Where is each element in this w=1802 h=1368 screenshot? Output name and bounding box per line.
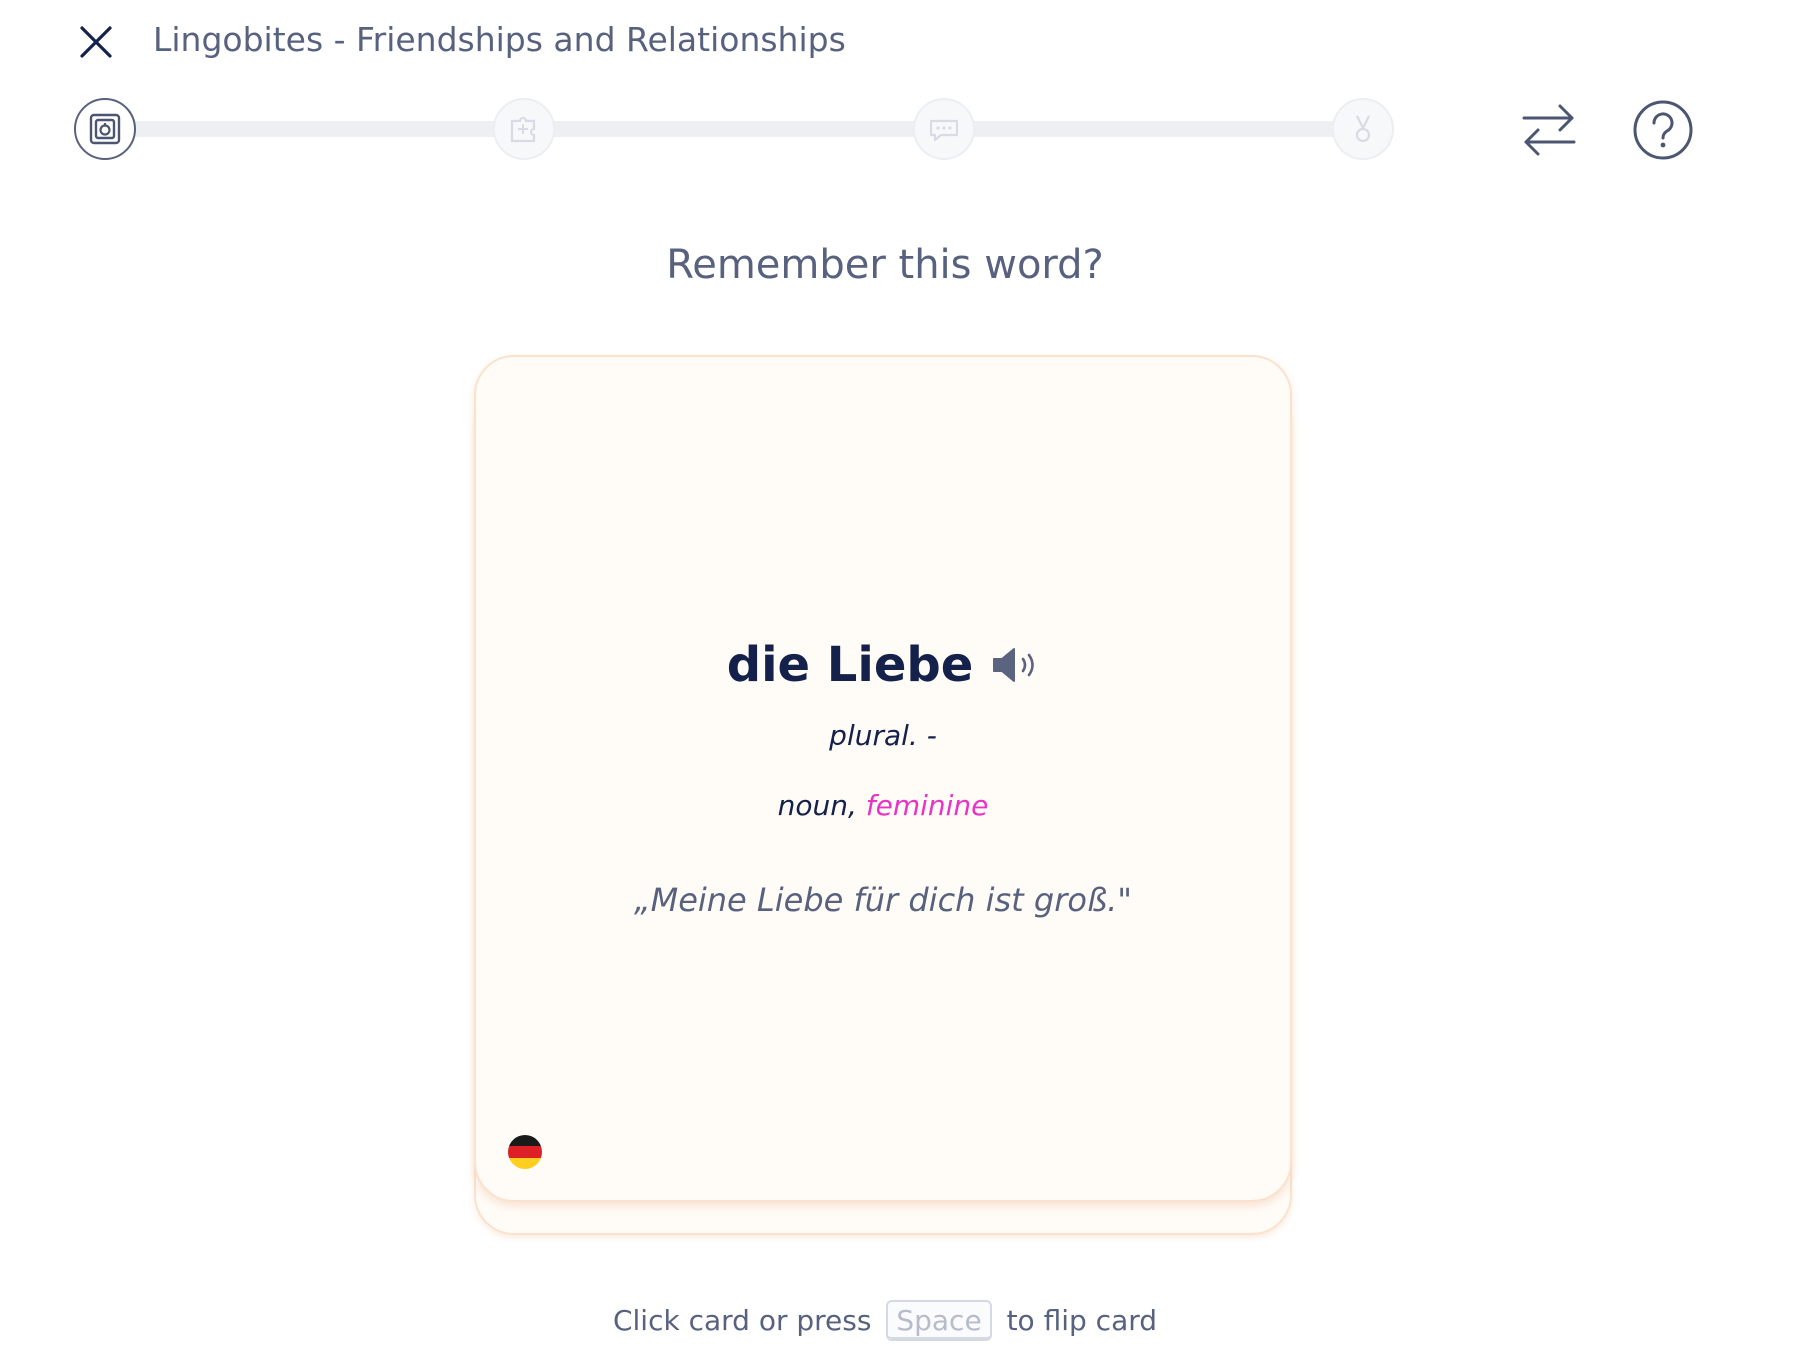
progress-step-flashcards xyxy=(74,98,136,160)
progress-step-chat xyxy=(913,98,975,160)
flashcard[interactable]: die Liebe plural. - noun, feminine „Mein… xyxy=(474,355,1292,1202)
hint-text-after: to flip card xyxy=(1006,1304,1158,1337)
swap-direction-button[interactable] xyxy=(1518,98,1580,160)
gender-label: feminine xyxy=(865,789,989,822)
grammar-info: noun, feminine xyxy=(476,789,1290,822)
speaker-icon xyxy=(993,648,1035,682)
progress-step-medal xyxy=(1332,98,1394,160)
lesson-title: Lingobites - Friendships and Relationshi… xyxy=(153,20,846,59)
chat-bubble-icon xyxy=(929,119,959,142)
medal-icon xyxy=(1355,115,1371,143)
flashcard-page: Lingobites - Friendships and Relationshi… xyxy=(0,0,1802,1368)
progress-track xyxy=(105,121,1365,137)
flashcard-icon xyxy=(89,113,121,145)
germany-flag-icon xyxy=(508,1135,542,1169)
close-icon xyxy=(80,26,112,58)
grammar-separator: , xyxy=(847,789,857,822)
swap-arrows-icon xyxy=(1522,104,1576,156)
flip-hint: Click card or press Space to flip card xyxy=(0,1300,1770,1341)
part-of-speech: noun xyxy=(777,789,848,822)
card-word: die Liebe xyxy=(726,637,974,693)
space-key-badge: Space xyxy=(886,1300,992,1341)
help-button[interactable] xyxy=(1632,99,1694,161)
example-sentence: „Meine Liebe für dich ist groß." xyxy=(634,881,1132,919)
word-row: die Liebe xyxy=(476,637,1290,693)
puzzle-icon xyxy=(510,116,536,143)
question-circle-icon xyxy=(1633,100,1693,160)
prompt-heading: Remember this word? xyxy=(666,242,1104,288)
play-audio-button[interactable] xyxy=(991,645,1039,685)
progress-step-puzzle xyxy=(493,98,555,160)
close-button[interactable] xyxy=(78,24,114,60)
plural-form: plural. - xyxy=(829,719,937,752)
hint-text-before: Click card or press xyxy=(612,1304,872,1337)
